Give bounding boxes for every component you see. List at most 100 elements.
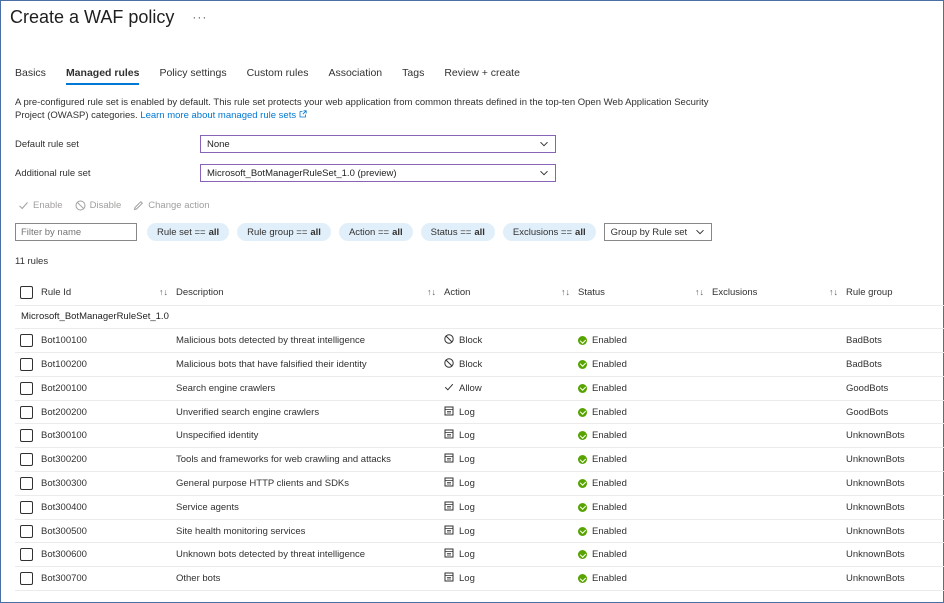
rule-id-cell: Bot200100: [41, 376, 176, 401]
pill-label: Exclusions ==: [512, 226, 573, 238]
additional-rule-set-dropdown[interactable]: Microsoft_BotManagerRuleSet_1.0 (preview…: [200, 164, 556, 182]
additional-rule-set-value: Microsoft_BotManagerRuleSet_1.0 (preview…: [207, 167, 397, 179]
row-select-cell: [15, 376, 41, 401]
table-row[interactable]: Bot300700 Other bots Log Enabled UnknownBots: [15, 566, 944, 592]
action-label: Log: [459, 454, 475, 466]
more-options-button[interactable]: ···: [192, 10, 207, 24]
row-checkbox[interactable]: [20, 381, 33, 395]
table-row[interactable]: Bot100200 Malicious bots that have falsif…: [15, 352, 944, 377]
change-action-button[interactable]: Change action: [133, 200, 210, 211]
sort-icon[interactable]: ↑↓: [159, 287, 168, 297]
exclusions-filter-pill[interactable]: Exclusions == all: [502, 223, 596, 241]
row-checkbox[interactable]: [20, 476, 33, 490]
tab-custom-rules[interactable]: Custom rules: [247, 67, 309, 85]
row-select-cell: [15, 519, 41, 544]
window-frame: Create a WAF policy ··· Basics Managed r…: [0, 0, 944, 603]
pill-value: all: [310, 226, 321, 238]
table-row[interactable]: Bot300200 Tools and frameworks for web cr…: [15, 447, 944, 473]
enable-button[interactable]: Enable: [18, 200, 63, 211]
table-row[interactable]: Bot200100 Search engine crawlers Allow Enab…: [15, 376, 944, 401]
column-header-rule-group[interactable]: Rule group: [846, 281, 944, 306]
log-icon: [444, 548, 454, 561]
status-label: Enabled: [592, 335, 627, 347]
select-all-checkbox[interactable]: [20, 286, 33, 300]
enabled-status-icon: [578, 550, 587, 560]
sort-icon[interactable]: ↑↓: [561, 287, 570, 297]
tab-review-create[interactable]: Review + create: [444, 67, 520, 85]
action-label: Block: [459, 359, 483, 370]
table-row[interactable]: Bot300400 Service agents Log Enabled Unknown…: [15, 495, 944, 520]
rule-id-cell: Bot300400: [41, 495, 176, 520]
row-checkbox[interactable]: [20, 357, 33, 371]
default-rule-set-dropdown[interactable]: None: [200, 135, 556, 153]
disable-button[interactable]: Disable: [75, 200, 121, 211]
status-filter-pill[interactable]: Status == all: [420, 223, 495, 241]
pill-value: all: [474, 226, 485, 238]
chevron-down-icon: [540, 170, 548, 176]
rule-group-cell: BadBots: [846, 328, 944, 354]
status-cell: Enabled: [578, 400, 712, 425]
column-header-action[interactable]: Action ↑↓: [444, 281, 578, 306]
row-select-cell: [15, 447, 41, 473]
rule-group-cell: GoodBots: [846, 376, 944, 401]
exclusions-cell: [712, 495, 846, 520]
row-select-cell: [15, 542, 41, 568]
group-header-row[interactable]: Microsoft_BotManagerRuleSet_1.0: [15, 305, 944, 330]
rule-group-filter-pill[interactable]: Rule group == all: [237, 223, 331, 241]
sort-icon[interactable]: ↑↓: [829, 287, 838, 297]
tab-association[interactable]: Association: [328, 67, 382, 85]
description: A pre-configured rule set is enabled by …: [15, 96, 735, 122]
status-label: Enabled: [592, 358, 627, 370]
status-label: Enabled: [592, 430, 627, 442]
exclusions-cell: [712, 423, 846, 449]
table-row[interactable]: Bot300500 Site health monitoring services…: [15, 519, 944, 544]
default-rule-set-value: None: [207, 138, 230, 150]
rule-group-cell: UnknownBots: [846, 566, 944, 592]
status-cell: Enabled: [578, 447, 712, 473]
learn-more-link[interactable]: Learn more about managed rule sets: [140, 110, 307, 121]
rule-id-cell: Bot300200: [41, 447, 176, 473]
action-filter-pill[interactable]: Action == all: [338, 223, 413, 241]
tab-policy-settings[interactable]: Policy settings: [159, 67, 226, 85]
row-checkbox[interactable]: [20, 572, 33, 586]
column-header-status[interactable]: Status ↑↓: [578, 281, 712, 306]
description-cell: Unverified search engine crawlers: [176, 400, 444, 425]
sort-icon[interactable]: ↑↓: [695, 287, 704, 297]
table-body: Microsoft_BotManagerRuleSet_1.0 Bot10010…: [15, 305, 944, 592]
tab-basics[interactable]: Basics: [15, 67, 46, 85]
status-label: Enabled: [592, 406, 627, 418]
tab-tags[interactable]: Tags: [402, 67, 424, 85]
column-header-description[interactable]: Description ↑↓: [176, 281, 444, 306]
table-row[interactable]: Bot300100 Unspecified identity Log Enabled U…: [15, 423, 944, 449]
exclusions-cell: [712, 352, 846, 377]
external-link-icon: [299, 110, 307, 118]
filter-by-name-input[interactable]: [15, 223, 137, 241]
additional-rule-set-label: Additional rule set: [15, 168, 91, 179]
row-checkbox[interactable]: [20, 500, 33, 514]
table-row[interactable]: Bot300600 Unknown bots detected by threat…: [15, 542, 944, 568]
pill-value: all: [208, 226, 220, 238]
row-checkbox[interactable]: [20, 548, 33, 562]
page-title: Create a WAF policy: [10, 6, 175, 27]
row-checkbox[interactable]: [20, 429, 33, 443]
rule-set-filter-pill[interactable]: Rule set == all: [147, 223, 230, 241]
group-by-dropdown[interactable]: Group by Rule set: [603, 223, 713, 241]
rules-table: Rule Id ↑↓ Description ↑↓ Action ↑↓ Status ↑…: [15, 281, 944, 592]
table-header-row: Rule Id ↑↓ Description ↑↓ Action ↑↓ Status ↑…: [15, 281, 944, 306]
row-checkbox[interactable]: [20, 334, 33, 348]
tab-managed-rules[interactable]: Managed rules: [65, 67, 139, 85]
action-label: Log: [459, 549, 475, 561]
row-checkbox[interactable]: [20, 524, 33, 538]
select-all-cell: [15, 281, 41, 306]
row-checkbox[interactable]: [20, 405, 33, 419]
tab-list: Basics Managed rules Policy settings Cus…: [15, 67, 540, 85]
sort-icon[interactable]: ↑↓: [427, 287, 436, 297]
row-checkbox[interactable]: [20, 453, 33, 467]
exclusions-cell: [712, 471, 846, 496]
column-header-rule-id[interactable]: Rule Id ↑↓: [41, 281, 176, 306]
table-row[interactable]: Bot200200 Unverified search engine crawle…: [15, 400, 944, 425]
table-row[interactable]: Bot100100 Malicious bots detected by thre…: [15, 328, 944, 354]
column-header-exclusions[interactable]: Exclusions ↑↓: [712, 281, 846, 306]
status-cell: Enabled: [578, 471, 712, 496]
table-row[interactable]: Bot300300 General purpose HTTP clients an…: [15, 471, 944, 496]
